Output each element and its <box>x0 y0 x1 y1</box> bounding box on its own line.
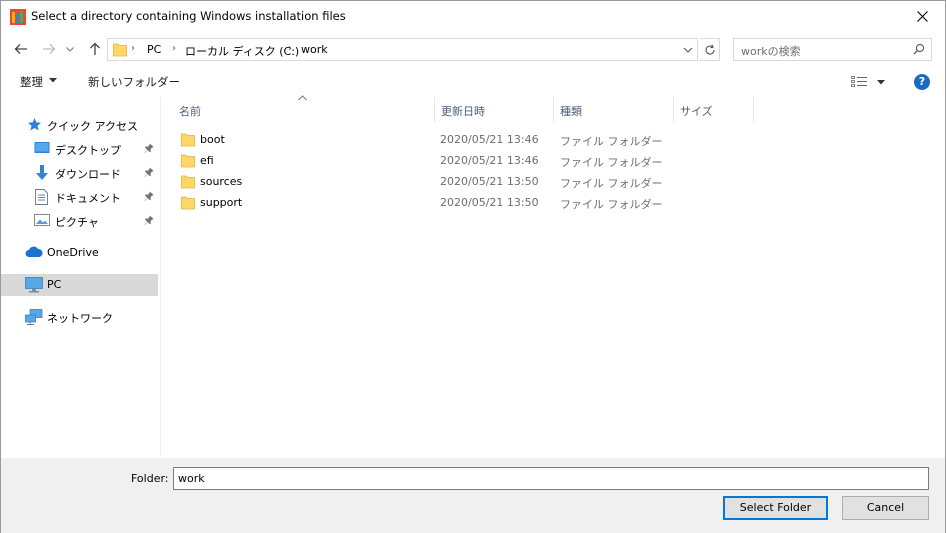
breadcrumb-separator-icon: › <box>172 43 176 54</box>
pin-icon[interactable] <box>144 143 154 154</box>
sidebar-item-label: PC <box>47 278 62 291</box>
folder-icon <box>181 133 195 147</box>
sidebar-item-downloads[interactable]: ダウンロード <box>1 162 158 184</box>
sidebar-item-pictures[interactable]: ピクチャ <box>1 210 158 232</box>
breadcrumb-work[interactable]: work <box>301 43 328 56</box>
new-folder-button[interactable]: 新しいフォルダー <box>88 74 180 90</box>
sidebar-item-label: ピクチャ <box>55 216 99 229</box>
title-bar[interactable]: Select a directory containing Windows in… <box>1 1 945 32</box>
file-row[interactable]: efi 2020/05/21 13:46 ファイル フォルダー <box>173 150 663 171</box>
help-button[interactable]: ? <box>914 74 930 90</box>
folder-name-input[interactable] <box>173 467 929 490</box>
sidebar-item-label: OneDrive <box>47 246 99 259</box>
window-title: Select a directory containing Windows in… <box>31 9 346 23</box>
breadcrumb-separator-icon: › <box>131 43 135 54</box>
computer-icon <box>25 277 43 293</box>
search-placeholder: workの検索 <box>741 45 801 58</box>
sidebar-item-label: デスクトップ <box>55 144 121 157</box>
documents-icon <box>35 189 48 205</box>
pin-icon[interactable] <box>144 191 154 202</box>
sidebar-item-label: ネットワーク <box>47 312 113 325</box>
column-header-label: 名前 <box>179 105 201 118</box>
download-icon <box>36 165 48 180</box>
chevron-down-icon[interactable] <box>683 43 693 57</box>
forward-button[interactable] <box>39 39 59 59</box>
pictures-icon <box>34 214 50 226</box>
navigation-pane: クイック アクセス デスクトップ ダウンロード ドキュメント ピクチャ OneD… <box>1 97 161 457</box>
breadcrumb-separator-icon: › <box>288 43 292 54</box>
search-icon <box>913 43 925 55</box>
organize-button[interactable]: 整理 <box>20 74 43 90</box>
cloud-icon <box>25 246 43 257</box>
file-type: ファイル フォルダー <box>560 177 663 190</box>
sidebar-item-onedrive[interactable]: OneDrive <box>1 242 158 264</box>
sidebar-item-label: ドキュメント <box>55 192 121 205</box>
back-button[interactable] <box>11 39 31 59</box>
file-date: 2020/05/21 13:46 <box>440 133 539 146</box>
caret-down-icon <box>49 78 57 83</box>
help-icon: ? <box>918 75 926 88</box>
sidebar-item-label: クイック アクセス <box>47 120 138 133</box>
up-button[interactable] <box>85 39 105 59</box>
navigation-bar: › PC › ローカル ディスク (C:) › work workの検索 <box>1 33 945 65</box>
sidebar-item-label: ダウンロード <box>55 168 121 181</box>
file-date: 2020/05/21 13:50 <box>440 196 539 209</box>
file-name: efi <box>200 154 214 167</box>
folder-picker-dialog: Select a directory containing Windows in… <box>0 0 946 533</box>
file-name: sources <box>200 175 243 188</box>
breadcrumb-pc[interactable]: PC <box>147 43 161 56</box>
breadcrumb-local-disk[interactable]: ローカル ディスク (C:) <box>185 43 299 59</box>
file-list: 名前 更新日時 種類 サイズ boot 2020/05/21 13:46 ファイ… <box>161 95 945 457</box>
folder-icon <box>181 154 195 168</box>
file-name: boot <box>200 133 225 146</box>
file-date: 2020/05/21 13:46 <box>440 154 539 167</box>
chevron-down-icon <box>66 46 74 52</box>
star-icon <box>28 118 41 131</box>
column-header-size[interactable]: サイズ <box>674 97 754 122</box>
column-header-label: サイズ <box>680 105 713 118</box>
file-row[interactable]: boot 2020/05/21 13:46 ファイル フォルダー <box>173 129 663 150</box>
cancel-button[interactable]: Cancel <box>842 496 929 520</box>
file-name: support <box>200 196 243 209</box>
refresh-button[interactable] <box>700 38 720 61</box>
file-type: ファイル フォルダー <box>560 135 663 148</box>
pin-icon[interactable] <box>144 167 154 178</box>
file-type: ファイル フォルダー <box>560 156 663 169</box>
folder-icon <box>113 43 127 57</box>
file-type: ファイル フォルダー <box>560 198 663 211</box>
desktop-icon <box>34 142 50 153</box>
app-icon <box>10 9 26 25</box>
folder-icon <box>181 196 195 210</box>
sidebar-item-pc[interactable]: PC <box>1 274 158 296</box>
network-icon <box>25 309 43 325</box>
file-date: 2020/05/21 13:50 <box>440 175 539 188</box>
recent-locations-button[interactable] <box>64 39 76 59</box>
search-box[interactable]: workの検索 <box>733 38 932 61</box>
file-row[interactable]: sources 2020/05/21 13:50 ファイル フォルダー <box>173 171 663 192</box>
sidebar-item-network[interactable]: ネットワーク <box>1 306 158 328</box>
refresh-icon <box>705 44 715 55</box>
sidebar-item-documents[interactable]: ドキュメント <box>1 186 158 208</box>
dialog-footer: Folder: Select Folder Cancel <box>1 458 945 533</box>
select-folder-button[interactable]: Select Folder <box>723 496 828 520</box>
command-bar: 整理 新しいフォルダー ? <box>1 67 945 97</box>
address-bar[interactable]: › PC › ローカル ディスク (C:) › work <box>107 38 698 61</box>
arrow-right-icon <box>43 44 56 54</box>
pin-icon[interactable] <box>144 215 154 226</box>
column-header-label: 更新日時 <box>441 105 485 118</box>
column-header-name[interactable]: 名前 <box>173 97 435 122</box>
folder-icon <box>181 175 195 189</box>
folder-label: Folder: <box>131 472 169 485</box>
view-options-icon[interactable] <box>851 76 887 88</box>
file-row[interactable]: support 2020/05/21 13:50 ファイル フォルダー <box>173 192 663 213</box>
sidebar-item-desktop[interactable]: デスクトップ <box>1 138 158 160</box>
column-header-label: 種類 <box>560 105 582 118</box>
close-button[interactable] <box>899 1 945 32</box>
sidebar-item-quick-access[interactable]: クイック アクセス <box>1 114 158 136</box>
column-header-type[interactable]: 種類 <box>554 97 674 122</box>
arrow-up-icon <box>90 42 100 55</box>
column-header-date[interactable]: 更新日時 <box>435 97 554 122</box>
arrow-left-icon <box>14 44 27 54</box>
close-icon <box>916 11 928 22</box>
